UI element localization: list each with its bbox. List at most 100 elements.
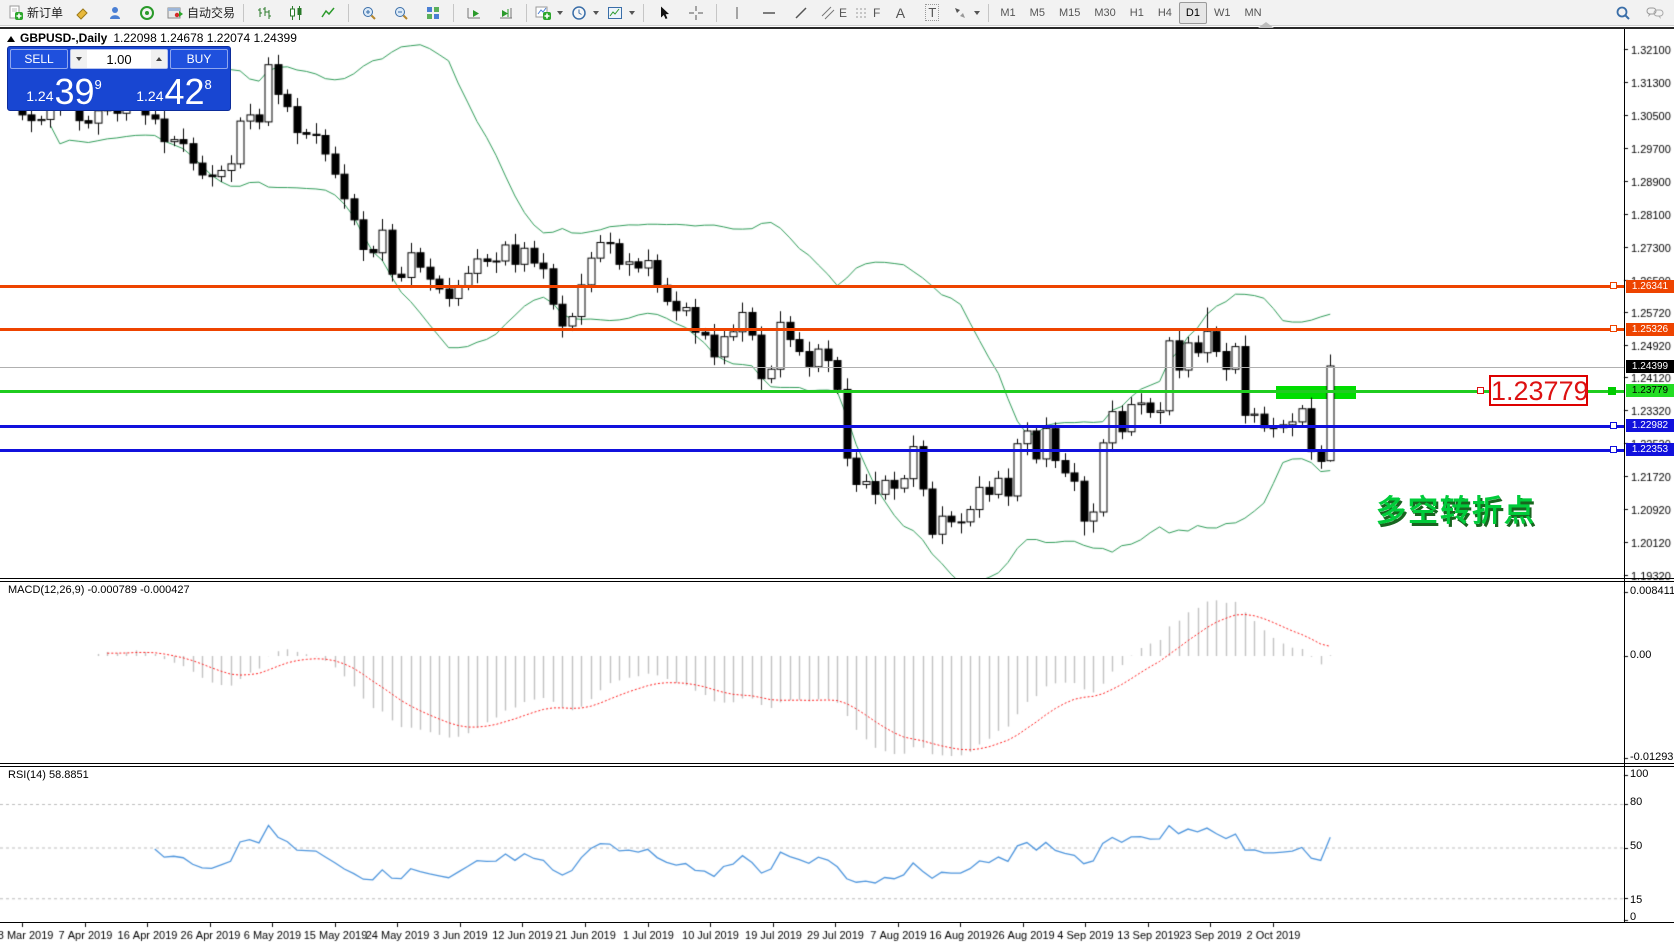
navigator-button[interactable] xyxy=(131,1,163,25)
pivot-price-callout[interactable]: 1.23779 xyxy=(1489,375,1588,406)
tab-timeframe-m15[interactable]: M15 xyxy=(1052,2,1087,24)
tab-timeframe-w1[interactable]: W1 xyxy=(1207,2,1238,24)
market-watch-icon xyxy=(75,5,91,21)
fibonacci-icon xyxy=(855,6,869,20)
support-line-2[interactable] xyxy=(0,449,1624,452)
buy-button[interactable]: BUY xyxy=(170,49,228,69)
market-watch-button[interactable] xyxy=(67,1,99,25)
separator xyxy=(243,4,244,22)
separator xyxy=(643,4,644,22)
tab-timeframe-m30[interactable]: M30 xyxy=(1087,2,1122,24)
horizontal-line-button[interactable] xyxy=(753,1,785,25)
panel-divider[interactable] xyxy=(0,763,1674,764)
tab-timeframe-m5[interactable]: M5 xyxy=(1023,2,1052,24)
volume-decrease-button[interactable] xyxy=(71,50,87,68)
tab-timeframe-mn[interactable]: MN xyxy=(1237,2,1268,24)
sell-price-prefix: 1.24 xyxy=(26,89,53,103)
cursor-button[interactable] xyxy=(648,1,680,25)
zoom-in-icon xyxy=(361,5,377,21)
chart-title: GBPUSD-,Daily1.22098 1.24678 1.22074 1.2… xyxy=(20,31,297,45)
annotation-text[interactable]: 多空转折点 xyxy=(1376,486,1536,530)
line-handle[interactable] xyxy=(1610,422,1617,429)
sell-button[interactable]: SELL xyxy=(10,49,68,69)
date-axis-border xyxy=(0,922,1674,923)
buy-price-sup: 8 xyxy=(205,78,212,91)
price-tag-resistance-1: 1.26341 xyxy=(1626,280,1674,293)
price-tag-bid: 1.24399 xyxy=(1626,360,1674,373)
chart-line-button[interactable] xyxy=(312,1,344,25)
separator xyxy=(348,4,349,22)
tile-windows-button[interactable] xyxy=(417,1,449,25)
chevron-down-icon xyxy=(557,11,563,15)
panel-divider[interactable] xyxy=(0,581,1674,582)
rsi-indicator-label: RSI(14) 58.8851 xyxy=(8,769,89,781)
new-order-button[interactable]: 新订单 xyxy=(3,1,67,25)
text-icon: A xyxy=(896,5,905,21)
line-handle[interactable] xyxy=(1477,387,1484,394)
channel-glyph: E xyxy=(839,6,847,20)
chart-window-border xyxy=(0,27,1674,29)
chart-shift-button[interactable] xyxy=(490,1,522,25)
auto-trading-button[interactable]: 自动交易 xyxy=(163,1,239,25)
line-handle[interactable] xyxy=(1610,282,1617,289)
search-button[interactable] xyxy=(1607,1,1639,25)
zoom-in-button[interactable] xyxy=(353,1,385,25)
collapse-arrow-icon[interactable] xyxy=(7,36,15,42)
periods-button[interactable] xyxy=(567,1,603,25)
volume-input[interactable] xyxy=(87,50,151,68)
zoom-out-icon xyxy=(393,5,409,21)
triangle-down-icon xyxy=(76,57,82,61)
panel-divider[interactable] xyxy=(0,766,1674,767)
horizontal-line-icon xyxy=(761,5,777,21)
line-handle[interactable] xyxy=(1608,387,1616,395)
sell-price[interactable]: 1.24399 xyxy=(10,71,118,108)
template-icon xyxy=(607,5,623,21)
vertical-line-button[interactable] xyxy=(721,1,753,25)
line-handle[interactable] xyxy=(1610,446,1617,453)
trendline-button[interactable] xyxy=(785,1,817,25)
price-tag-support-2: 1.22353 xyxy=(1626,443,1674,456)
panel-divider[interactable] xyxy=(0,578,1674,579)
templates-button[interactable] xyxy=(603,1,639,25)
rsi-axis-50: 50 xyxy=(1630,840,1642,852)
support-line-1[interactable] xyxy=(0,425,1624,428)
tab-timeframe-h1[interactable]: H1 xyxy=(1123,2,1151,24)
tab-timeframe-m1[interactable]: M1 xyxy=(993,2,1022,24)
zoom-out-button[interactable] xyxy=(385,1,417,25)
arrows-icon xyxy=(952,5,968,21)
rsi-axis-80: 80 xyxy=(1630,796,1642,808)
chevron-down-icon xyxy=(593,11,599,15)
volume-increase-button[interactable] xyxy=(151,50,167,68)
sell-price-big: 39 xyxy=(54,77,94,107)
chart-bars-button[interactable] xyxy=(248,1,280,25)
line-handle[interactable] xyxy=(1610,325,1617,332)
channel-button[interactable]: E xyxy=(817,1,851,25)
text-label-button[interactable]: T xyxy=(916,1,948,25)
feedback-button[interactable] xyxy=(1639,1,1671,25)
auto-scroll-button[interactable] xyxy=(458,1,490,25)
line-chart-icon xyxy=(320,5,336,21)
rsi-axis-15: 15 xyxy=(1630,894,1642,906)
chart-canvas[interactable] xyxy=(0,0,1674,947)
pivot-line[interactable] xyxy=(0,390,1624,393)
indicator-add-icon xyxy=(535,5,551,21)
text-button[interactable]: A xyxy=(884,1,916,25)
cursor-icon xyxy=(656,5,672,21)
data-window-button[interactable] xyxy=(99,1,131,25)
vertical-line-icon xyxy=(729,5,745,21)
chart-candles-button[interactable] xyxy=(280,1,312,25)
tab-timeframe-d1[interactable]: D1 xyxy=(1179,2,1207,24)
tab-timeframe-h4[interactable]: H4 xyxy=(1151,2,1179,24)
toolbar: 新订单 自动交易 xyxy=(0,0,1674,26)
arrows-button[interactable] xyxy=(948,1,984,25)
fibonacci-button[interactable]: F xyxy=(851,1,884,25)
triangle-up-icon xyxy=(156,57,162,61)
indicators-button[interactable] xyxy=(531,1,567,25)
crosshair-button[interactable] xyxy=(680,1,712,25)
resistance-line-1[interactable] xyxy=(0,285,1624,288)
macd-indicator-label: MACD(12,26,9) -0.000789 -0.000427 xyxy=(8,584,190,596)
auto-trading-label: 自动交易 xyxy=(187,4,235,21)
resistance-line-2[interactable] xyxy=(0,328,1624,331)
price-tag-resistance-2: 1.25326 xyxy=(1626,323,1674,336)
buy-price[interactable]: 1.24428 xyxy=(120,71,228,108)
